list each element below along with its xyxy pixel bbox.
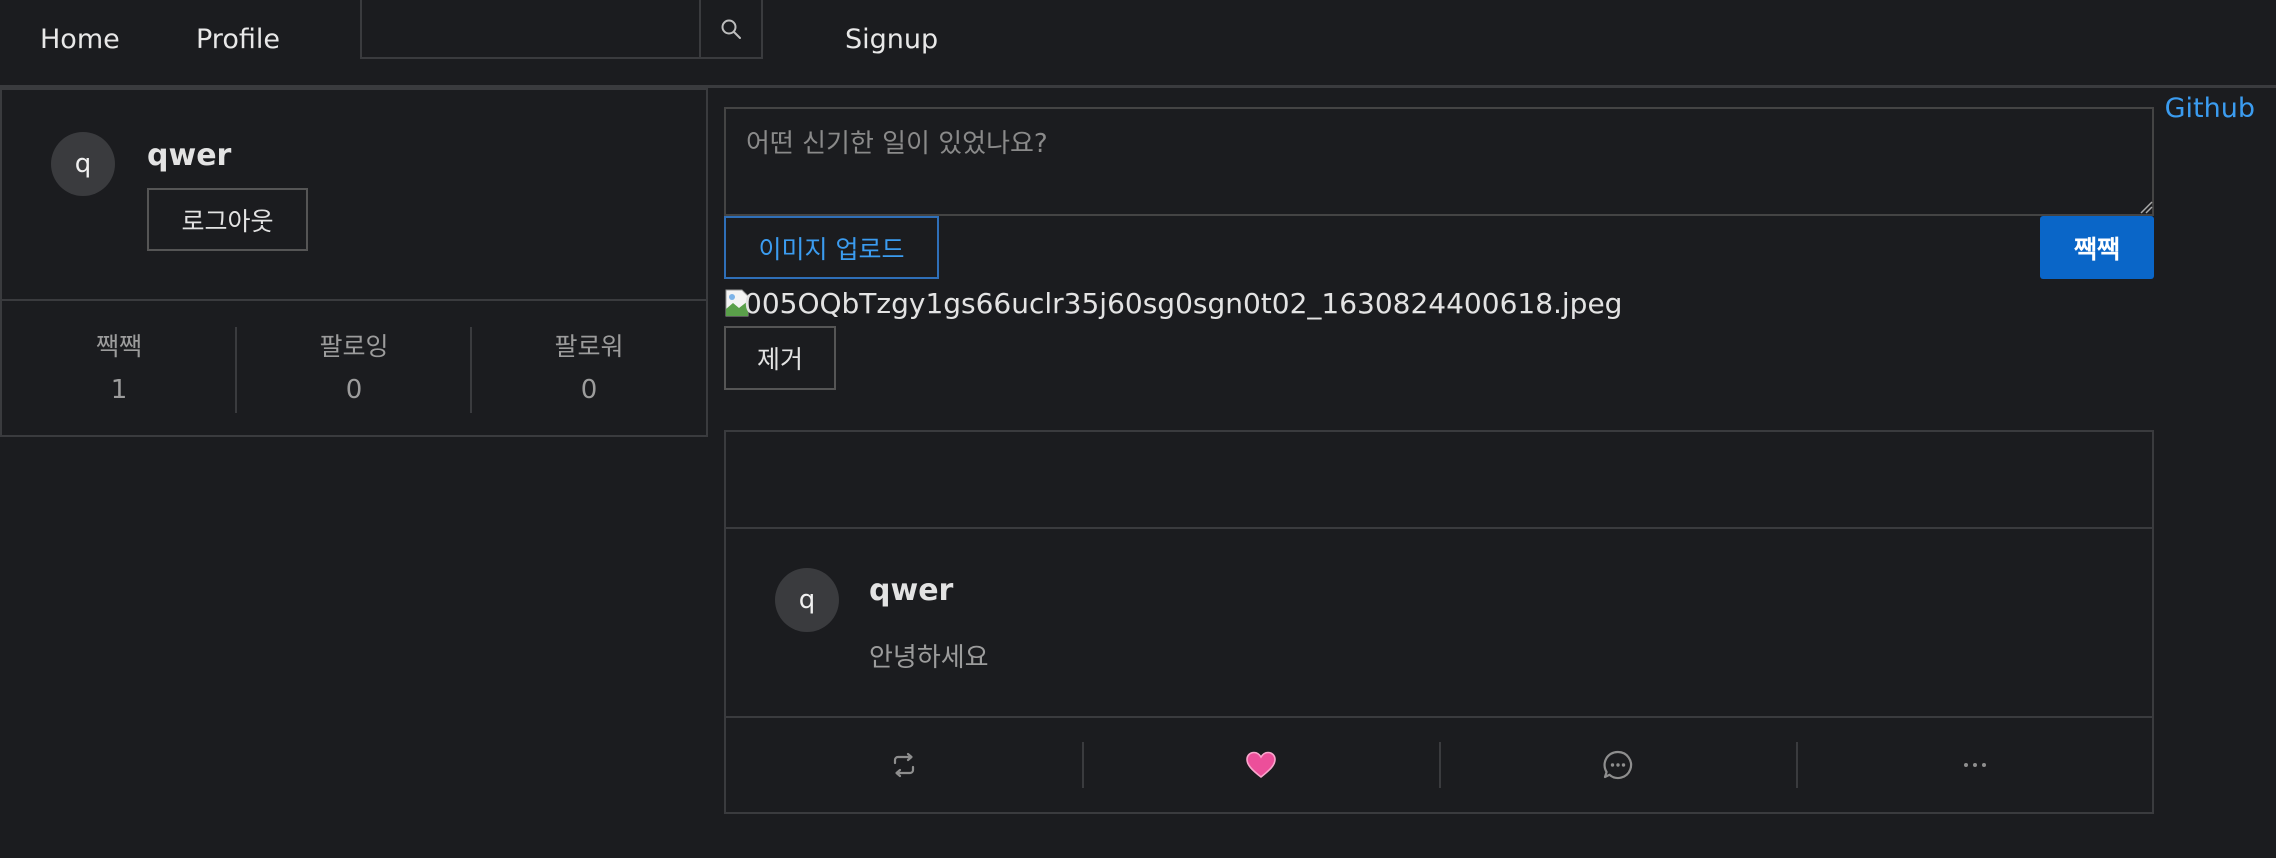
more-icon <box>1963 763 1986 767</box>
search-box <box>360 0 763 59</box>
github-link[interactable]: Github <box>2165 93 2255 124</box>
stat-value: 1 <box>110 375 128 405</box>
logout-button[interactable]: 로그아웃 <box>147 188 308 251</box>
upload-file-name: 005OQbTzgy1gs66uclr35j60sg0sgn0t02_16308… <box>744 287 1623 320</box>
tweet-submit-button[interactable]: 짹짹 <box>2040 216 2154 279</box>
heart-icon <box>1246 751 1276 779</box>
stat-label: 팔로워 <box>554 332 624 361</box>
compose-textarea[interactable] <box>724 107 2154 216</box>
avatar-letter: q <box>798 585 816 615</box>
retweet-button[interactable] <box>726 718 1082 812</box>
remove-image-button[interactable]: 제거 <box>724 326 836 390</box>
search-input[interactable] <box>362 0 702 57</box>
nav-signup-link[interactable]: Signup <box>845 24 938 55</box>
post-text: 안녕하세요 <box>869 643 989 673</box>
resize-grip-icon[interactable] <box>2139 200 2153 214</box>
retweet-icon <box>893 752 915 778</box>
stat-value: 0 <box>580 375 598 405</box>
image-upload-button[interactable]: 이미지 업로드 <box>724 216 939 279</box>
nav-profile-link[interactable]: Profile <box>196 24 280 55</box>
nav-home-link[interactable]: Home <box>40 24 120 55</box>
stat-value: 0 <box>345 375 363 405</box>
more-options-button[interactable] <box>1797 718 2152 812</box>
profile-card: q qwer 로그아웃 짹짹 1 팔로잉 0 팔로워 0 <box>0 88 708 437</box>
post-card: q qwer 안녕하세요 <box>724 430 2154 814</box>
stat-tweets[interactable]: 짹짹 1 <box>2 327 236 405</box>
avatar[interactable]: q <box>775 568 839 632</box>
comment-icon <box>1603 750 1633 780</box>
comment-button[interactable] <box>1440 718 1796 812</box>
stat-label: 팔로잉 <box>319 332 389 361</box>
post-username[interactable]: qwer <box>869 573 953 608</box>
search-button[interactable] <box>699 0 761 57</box>
avatar: q <box>51 132 115 196</box>
avatar-letter: q <box>74 149 92 179</box>
stat-following[interactable]: 팔로잉 0 <box>237 327 471 405</box>
divider <box>2 299 706 301</box>
top-nav-bar: Home Profile Signup <box>0 0 2276 88</box>
divider <box>726 527 2152 529</box>
like-button[interactable] <box>1083 718 1439 812</box>
stat-label: 짹짹 <box>95 332 142 361</box>
search-icon <box>721 19 741 39</box>
stat-followers[interactable]: 팔로워 0 <box>472 327 706 405</box>
profile-username: qwer <box>147 138 232 173</box>
